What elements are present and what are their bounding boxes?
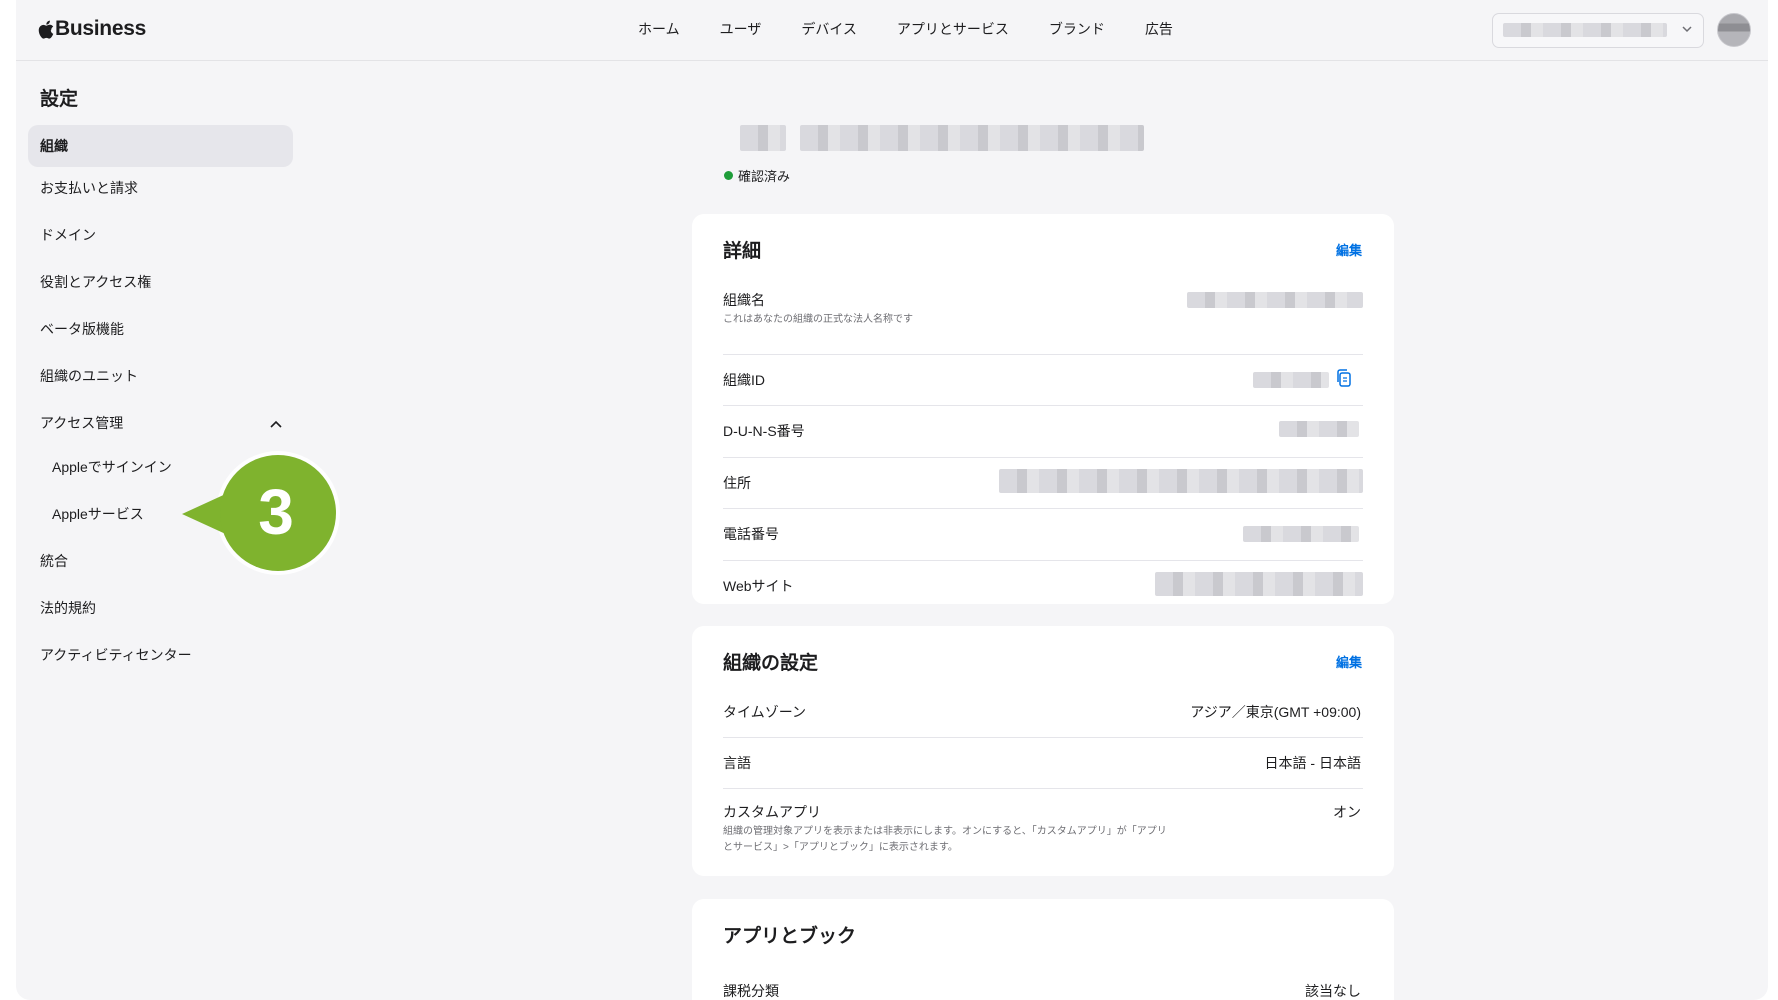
details-title: 詳細 xyxy=(723,241,762,262)
redacted-organization-name xyxy=(1503,23,1667,37)
user-avatar[interactable] xyxy=(1717,13,1751,47)
main-nav: ホーム ユーザ デバイス アプリとサービス ブランド 広告 xyxy=(638,19,1213,39)
sidebar-item-org-units[interactable]: 組織のユニット xyxy=(40,366,138,386)
sidebar-item-apple-services[interactable]: Appleサービス xyxy=(52,504,144,524)
row-custom-apps: カスタムアプリ 組織の管理対象アプリを表示または非表示にします。オンにすると、「… xyxy=(723,788,1363,868)
redacted-value xyxy=(1187,292,1363,308)
row-phone: 電話番号 xyxy=(723,508,1363,561)
row-label: 組織名 xyxy=(723,292,765,308)
row-language: 言語 日本語 - 日本語 xyxy=(723,737,1363,789)
sidebar-item-access-management[interactable]: アクセス管理 xyxy=(40,413,123,433)
row-label: カスタムアプリ xyxy=(723,804,821,820)
row-label: 言語 xyxy=(723,755,751,771)
sidebar-item-legal[interactable]: 法的規約 xyxy=(40,598,96,618)
sidebar-item-sign-in-with-apple[interactable]: Appleでサインイン xyxy=(52,457,172,477)
verification-status: 確認済み xyxy=(724,166,790,185)
apple-logo-icon xyxy=(38,20,54,39)
redacted-org-title xyxy=(740,125,1144,151)
sidebar-title: 設定 xyxy=(40,89,79,110)
org-settings-card: 組織の設定 編集 タイムゾーン アジア／東京(GMT +09:00) 言語 日本… xyxy=(692,626,1394,876)
row-org-name: 組織名 これはあなたの組織の正式な法人名称です xyxy=(723,282,1363,355)
brand-name: Business xyxy=(55,17,146,40)
row-website: Webサイト xyxy=(723,560,1363,604)
row-description: 組織の管理対象アプリを表示または非表示にします。オンにすると、「カスタムアプリ」… xyxy=(723,826,1167,853)
redacted-value xyxy=(1253,372,1329,388)
sidebar-item-domains[interactable]: ドメイン xyxy=(40,225,96,245)
row-label: 組織ID xyxy=(723,372,765,388)
redacted-value xyxy=(1243,526,1359,542)
row-value: オン xyxy=(1333,804,1361,820)
redacted-block xyxy=(740,125,786,151)
top-nav-bar: Business ホーム ユーザ デバイス アプリとサービス ブランド 広告 xyxy=(16,0,1768,61)
chevron-up-icon[interactable] xyxy=(268,416,284,432)
redacted-block xyxy=(800,125,1144,151)
sidebar-item-billing[interactable]: お支払いと請求 xyxy=(40,178,138,198)
apple-business-logo[interactable]: Business xyxy=(38,17,146,41)
row-label: 電話番号 xyxy=(723,526,779,542)
row-tax-category: 課税分類 該当なし xyxy=(723,967,1363,1000)
row-label: タイムゾーン xyxy=(723,704,807,720)
row-org-id: 組織ID xyxy=(723,354,1363,406)
redacted-value xyxy=(1155,572,1363,596)
row-label: Webサイト xyxy=(723,578,794,594)
organization-selector[interactable] xyxy=(1492,13,1704,48)
nav-devices[interactable]: デバイス xyxy=(801,19,857,39)
apps-books-card: アプリとブック 課税分類 該当なし xyxy=(692,899,1394,1000)
org-settings-edit-button[interactable]: 編集 xyxy=(1336,652,1362,671)
row-value: アジア／東京(GMT +09:00) xyxy=(1190,704,1361,720)
sidebar-item-roles[interactable]: 役割とアクセス権 xyxy=(40,272,151,292)
status-dot-icon xyxy=(724,171,733,180)
row-duns: D-U-N-S番号 xyxy=(723,405,1363,458)
row-timezone: タイムゾーン アジア／東京(GMT +09:00) xyxy=(723,686,1363,738)
row-description: これはあなたの組織の正式な法人名称です xyxy=(723,314,913,325)
row-address: 住所 xyxy=(723,457,1363,509)
step-number: 3 xyxy=(258,476,294,548)
chevron-down-icon xyxy=(1682,26,1692,33)
row-value: 該当なし xyxy=(1305,983,1361,999)
sidebar-item-organization[interactable]: 組織 xyxy=(28,125,293,167)
apps-books-title: アプリとブック xyxy=(723,926,857,947)
row-value: 日本語 - 日本語 xyxy=(1264,755,1361,771)
row-label: 住所 xyxy=(723,475,751,491)
redacted-value xyxy=(999,469,1363,493)
copy-icon[interactable] xyxy=(1335,368,1353,388)
nav-brand[interactable]: ブランド xyxy=(1049,19,1105,39)
sidebar-item-activity-center[interactable]: アクティビティセンター xyxy=(40,645,192,665)
nav-ads[interactable]: 広告 xyxy=(1145,19,1173,39)
row-label: D-U-N-S番号 xyxy=(723,423,805,439)
nav-home[interactable]: ホーム xyxy=(638,19,680,39)
details-card: 詳細 編集 組織名 これはあなたの組織の正式な法人名称です 組織ID D-U-N… xyxy=(692,214,1394,604)
sidebar-item-integrations[interactable]: 統合 xyxy=(40,551,68,571)
nav-users[interactable]: ユーザ xyxy=(720,19,762,39)
app-window: Business ホーム ユーザ デバイス アプリとサービス ブランド 広告 設… xyxy=(16,0,1768,1000)
nav-apps-services[interactable]: アプリとサービス xyxy=(897,19,1009,39)
details-edit-button[interactable]: 編集 xyxy=(1336,240,1362,259)
row-label: 課税分類 xyxy=(723,983,779,999)
status-label: 確認済み xyxy=(738,169,791,184)
redacted-value xyxy=(1279,421,1359,437)
org-settings-title: 組織の設定 xyxy=(723,653,819,674)
sidebar-item-beta[interactable]: ベータ版機能 xyxy=(40,319,124,339)
